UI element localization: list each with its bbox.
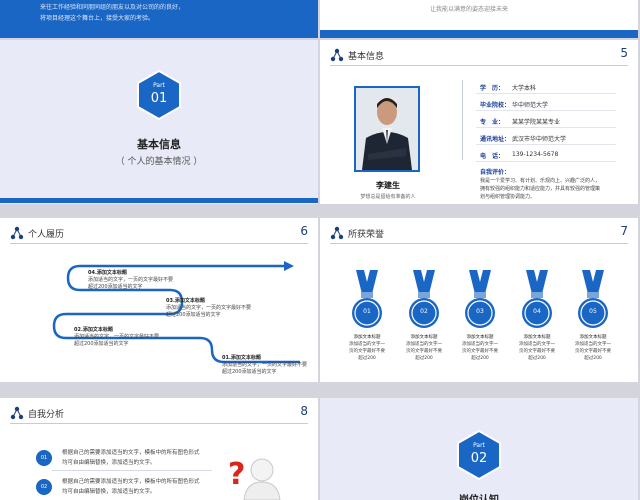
slide-intro-partial[interactable]: 来往工作经验和同朋同组的朋友以及对公司的的良好， 将项目经理这个舞台上，接受大家… <box>0 0 318 38</box>
medal-number: 04 <box>533 308 541 315</box>
svg-text:?: ? <box>228 457 245 492</box>
point-number-01: 01 <box>36 450 52 466</box>
info-row-phone: 电 话： 139-1234-5678 <box>480 151 559 160</box>
slide-header: 基本信息 <box>330 48 384 62</box>
slide-part-01[interactable]: Part 01 基本信息 （ 个人的基本情况 ） <box>0 40 318 204</box>
medal-number: 02 <box>420 308 428 315</box>
intro-panel: 让我能以满意的姿态迎接未来 <box>320 0 638 30</box>
row-divider <box>476 144 616 145</box>
medal-number: 01 <box>363 308 371 315</box>
slide-honors[interactable]: 所获荣誉 7 01 添加文本标题 添加适当的文字一 页的文字最好不要 超过200 02 添加… <box>320 218 638 382</box>
page-number: 5 <box>620 46 628 60</box>
medal-icon <box>522 270 552 328</box>
honor-text-03: 添加文本标题 添加适当的文字一 页的文字最好不要 超过200 <box>462 335 498 361</box>
medal-icon <box>352 270 382 328</box>
honor-text-01: 添加文本标题 添加适当的文字一 页的文字最好不要 超过200 <box>349 335 385 361</box>
point-divider <box>52 470 212 471</box>
person-motto: 梦想总是留给有准备的人 <box>360 194 416 200</box>
share-nodes-icon <box>10 406 24 420</box>
medal-02: 02 <box>407 270 441 334</box>
header-divider <box>330 65 628 66</box>
point-text-02: 根据自己的需要添加适当的文字，模板中的所有图色形式 均可自由编辑替换，添加适当的… <box>62 479 200 495</box>
info-row-education: 学 历： 大学本科 <box>480 85 537 92</box>
info-row-major: 专 业： 某某学院某某专业 <box>480 119 561 126</box>
question-figure-illustration: ? <box>228 457 281 500</box>
slide-title: 所获荣誉 <box>348 229 385 240</box>
page-number: 8 <box>300 404 308 418</box>
slide-header: 所获荣誉 <box>330 226 384 240</box>
part-number: 01 <box>150 91 168 106</box>
self-eval-text: 我是一个爱学习、有计划、乐观向上、兴趣广泛的人， 拥有较强的组织能力和适应能力，… <box>480 178 601 200</box>
part-title: 岗位认知 <box>320 491 638 500</box>
self-eval-label: 自我评价： <box>480 169 511 176</box>
intro-text: 来往工作经验和同朋同组的朋友以及对公司的的良好， 将项目经理这个舞台上，接受大家… <box>40 4 185 22</box>
slide-intro-partial-right[interactable]: 让我能以满意的姿态迎接未来 <box>320 0 638 38</box>
info-row-school: 毕业院校： 华中师范大学 <box>480 102 549 109</box>
history-item-04: 04.添加文本标题 添加适当的文字，一页的文字最好不要 超过200添加适当的文字 <box>88 270 174 290</box>
history-item-03: 03.添加文本标题 添加适当的文字，一页的文字最好不要 超过200添加适当的文字 <box>166 298 252 318</box>
slide-history[interactable]: 个人履历 6 04.添加文本标题 添加适当的文字，一页的文字最好不要 超过200… <box>0 218 318 382</box>
honor-text-05: 添加文本标题 添加适当的文字一 页的文字最好不要 超过200 <box>575 335 611 361</box>
medal-number: 05 <box>589 308 597 315</box>
slide-header: 自我分析 <box>10 406 64 420</box>
slide-title: 基本信息 <box>348 51 385 62</box>
part-number: 02 <box>470 451 488 466</box>
medal-number: 03 <box>476 308 484 315</box>
medal-icon <box>409 270 439 328</box>
history-item-01: 01.添加文本标题 添加适当的文字，一页的文字最好不要 超过200添加适当的文字 <box>222 355 308 375</box>
slide-part-02[interactable]: Part 02 岗位认知 <box>320 398 638 500</box>
slide-basic-info[interactable]: 基本信息 5 李建生 梦想总是留给有准备的人 学 历： 大学本科 毕业院校： 华中师… <box>320 40 638 204</box>
row-divider <box>476 93 616 94</box>
slide-self-analysis[interactable]: 自我分析 8 01 根据自己的需要添加适当的文字，模板中的所有图色形式 均可自由… <box>0 398 318 500</box>
slide-title: 自我分析 <box>28 409 65 420</box>
medal-03: 03 <box>463 270 497 334</box>
history-item-02: 02.添加文本标题 添加适当的文字，一页的文字最好不要 超过200添加适当的文字 <box>74 327 160 347</box>
row-divider <box>476 110 616 111</box>
person-name: 李建生 <box>376 181 400 190</box>
medal-icon <box>578 270 608 328</box>
info-row-address: 通讯地址： 武汉市华中师范大学 <box>480 136 567 143</box>
row-divider <box>476 161 616 162</box>
info-divider <box>462 80 463 160</box>
medal-01: 01 <box>350 270 384 334</box>
row-divider <box>476 127 616 128</box>
part-hexagon: Part 01 <box>136 70 182 120</box>
bottom-bar <box>0 198 318 203</box>
part-subtitle: （ 个人的基本情况 ） <box>115 157 203 167</box>
medal-05: 05 <box>576 270 610 334</box>
medal-04: 04 <box>520 270 554 334</box>
page-number: 7 <box>620 224 628 238</box>
share-nodes-icon <box>330 48 344 62</box>
honor-text-02: 添加文本标题 添加适当的文字一 页的文字最好不要 超过200 <box>406 335 442 361</box>
intro-right-text: 让我能以满意的姿态迎接未来 <box>430 6 509 13</box>
part-word: Part <box>473 442 485 449</box>
part-word: Part <box>153 82 165 89</box>
profile-photo <box>354 86 420 172</box>
medal-icon <box>465 270 495 328</box>
header-divider <box>10 423 308 424</box>
honor-text-04: 添加文本标题 添加适当的文字一 页的文字最好不要 超过200 <box>519 335 555 361</box>
point-text-01: 根据自己的需要添加适当的文字，模板中的所有图色形式 均可自由编辑替换，添加适当的… <box>62 450 200 466</box>
part-title: 基本信息 <box>137 138 181 151</box>
point-number-02: 02 <box>36 479 52 495</box>
part-hexagon: Part 02 <box>456 430 502 480</box>
share-nodes-icon <box>330 226 344 240</box>
header-divider <box>330 243 628 244</box>
